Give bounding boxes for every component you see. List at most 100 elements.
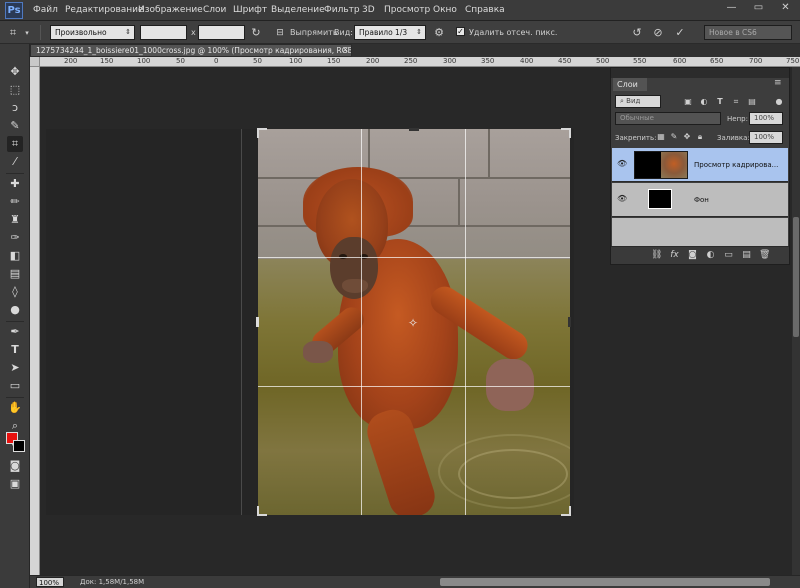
cancel-icon[interactable]: ⊘ — [651, 26, 665, 40]
ruler-tick: 0 — [214, 57, 219, 65]
new-group-icon[interactable]: ▭ — [723, 250, 734, 261]
preset-chevron-icon[interactable]: ▾ — [20, 26, 34, 40]
history-brush-tool-icon[interactable]: ✑ — [7, 230, 23, 246]
vertical-scrollbar[interactable] — [792, 67, 800, 575]
crop-center-icon[interactable]: ✧ — [408, 316, 418, 330]
quick-select-tool-icon[interactable]: ✎ — [7, 118, 23, 134]
close-window-icon[interactable]: ✕ — [772, 1, 799, 17]
layer-style-icon[interactable]: fx — [669, 250, 680, 261]
reset-icon[interactable]: ↺ — [630, 26, 644, 40]
ratio-dropdown[interactable]: Произвольно ⇕ — [50, 25, 135, 40]
document-tab[interactable]: 1275734244_1_boissiere01_1000cross.jpg @… — [30, 44, 352, 57]
clone-stamp-tool-icon[interactable]: ♜ — [7, 212, 23, 228]
link-layers-icon[interactable]: ⛓ — [651, 250, 662, 261]
horizontal-scrollbar[interactable] — [440, 578, 770, 586]
delete-cropped-checkbox[interactable]: ✓ — [456, 27, 465, 36]
width-field[interactable] — [140, 25, 187, 40]
panel-menu-icon[interactable]: ≡ — [774, 78, 782, 88]
quick-mask-icon[interactable]: ◙ — [7, 458, 23, 474]
crop-handle-top-right[interactable] — [561, 128, 571, 138]
dropdown-arrow-icon: ⇕ — [416, 28, 422, 36]
document-size-info[interactable]: Док: 1,58М/1,58М — [80, 578, 144, 586]
canvas-edge-guide — [241, 129, 242, 515]
blur-tool-icon[interactable]: ◊ — [7, 284, 23, 300]
pen-tool-icon[interactable]: ✒ — [7, 324, 23, 340]
gear-icon[interactable]: ⚙ — [432, 26, 446, 40]
zoom-field[interactable]: 100% — [36, 577, 64, 587]
filter-adjustment-icon[interactable]: ◐ — [699, 97, 709, 107]
straighten-label[interactable]: Выпрямить — [290, 28, 338, 37]
filter-type-icon[interactable]: T — [715, 97, 725, 107]
hand-tool-icon[interactable]: ✋ — [7, 400, 23, 416]
filter-shape-icon[interactable]: ⌗ — [731, 97, 741, 107]
menu-filter[interactable]: Фильтр — [324, 5, 360, 15]
gradient-tool-icon[interactable]: ▤ — [7, 266, 23, 282]
new-layer-icon[interactable]: ▤ — [741, 250, 752, 261]
swap-icon[interactable]: ↻ — [249, 26, 263, 40]
menu-image[interactable]: Изображение — [138, 5, 203, 15]
crop-handle-top-left[interactable] — [257, 128, 267, 138]
menu-edit[interactable]: Редактирование — [65, 5, 144, 15]
healing-brush-tool-icon[interactable]: ✚ — [7, 176, 23, 192]
layer-filter-dropdown[interactable]: ⌕ Вид — [615, 95, 661, 108]
crop-handle-right[interactable] — [568, 317, 571, 327]
tab-layers[interactable]: Слои — [613, 78, 647, 91]
menu-bar: Ps Файл Редактирование Изображение Слои … — [0, 0, 800, 21]
menu-window[interactable]: Окно — [433, 5, 457, 15]
ruler-corner[interactable] — [30, 57, 40, 67]
layers-panel-footer: ⛓ fx ◙ ◐ ▭ ▤ 🗑︎ — [611, 246, 789, 264]
lock-position-icon[interactable]: ✥ — [682, 132, 692, 142]
marquee-tool-icon[interactable]: ⬚ — [7, 82, 23, 98]
filter-smart-icon[interactable]: ▤ — [747, 97, 757, 107]
lasso-tool-icon[interactable]: ↄ — [7, 100, 23, 116]
type-tool-icon[interactable]: T — [7, 342, 23, 358]
crop-handle-bottom-left[interactable] — [257, 506, 267, 516]
crop-tool-icon[interactable]: ⌗ — [7, 136, 23, 152]
eraser-tool-icon[interactable]: ◧ — [7, 248, 23, 264]
blend-mode-dropdown[interactable]: Обычные — [615, 112, 721, 125]
filter-toggle-icon[interactable]: ● — [774, 97, 784, 107]
menu-file[interactable]: Файл — [33, 5, 58, 15]
close-tab-icon[interactable]: × — [342, 44, 351, 56]
menu-select[interactable]: Выделение — [271, 5, 325, 15]
crop-handle-left[interactable] — [256, 317, 259, 327]
add-mask-icon[interactable]: ◙ — [687, 250, 698, 261]
visibility-eye-icon[interactable]: 👁︎ — [617, 159, 629, 169]
move-tool-icon[interactable]: ✥ — [7, 64, 23, 80]
maximize-icon[interactable]: ▭ — [745, 1, 772, 17]
brush-tool-icon[interactable]: ✏ — [7, 194, 23, 210]
layer-row-crop-preview[interactable]: 👁︎ Просмотр кадрирова... — [612, 148, 788, 182]
layer-name: Просмотр кадрирова... — [694, 161, 779, 169]
opacity-field[interactable]: 100% — [749, 112, 783, 125]
adjustment-layer-icon[interactable]: ◐ — [705, 250, 716, 261]
menu-3d[interactable]: 3D — [362, 5, 375, 15]
fill-field[interactable]: 100% — [749, 131, 783, 144]
workspace-dropdown[interactable]: Новое в CS6 — [704, 25, 792, 40]
ruler-tick: 400 — [520, 57, 534, 65]
crop-handle-bottom-right[interactable] — [561, 506, 571, 516]
menu-type[interactable]: Шрифт — [233, 5, 267, 15]
visibility-eye-icon[interactable]: 👁︎ — [617, 194, 629, 204]
lock-transparent-icon[interactable]: ▦ — [656, 132, 666, 142]
height-field[interactable] — [198, 25, 245, 40]
lock-pixels-icon[interactable]: ✎ — [669, 132, 679, 142]
background-color-swatch[interactable] — [13, 440, 25, 452]
crop-handle-top[interactable] — [409, 128, 419, 131]
menu-help[interactable]: Справка — [465, 5, 505, 15]
view-dropdown[interactable]: Правило 1/3 ⇕ — [354, 25, 426, 40]
crop-tool-preset-icon[interactable]: ⌗ — [6, 26, 20, 40]
straighten-icon[interactable]: ⊟ — [273, 26, 287, 40]
screen-mode-icon[interactable]: ▣ — [7, 476, 23, 492]
dodge-tool-icon[interactable]: ● — [7, 302, 23, 318]
path-select-tool-icon[interactable]: ➤ — [7, 360, 23, 376]
lock-all-icon[interactable]: 🔒︎ — [695, 132, 705, 142]
shape-tool-icon[interactable]: ▭ — [7, 378, 23, 394]
menu-layers[interactable]: Слои — [203, 5, 226, 15]
layer-row-background[interactable]: 👁︎ Фон — [612, 183, 788, 217]
delete-layer-icon[interactable]: 🗑︎ — [759, 250, 770, 261]
filter-pixel-icon[interactable]: ▣ — [683, 97, 693, 107]
eyedropper-tool-icon[interactable]: ⁄ — [7, 154, 23, 170]
minimize-icon[interactable]: — — [718, 1, 745, 17]
menu-view[interactable]: Просмотр — [384, 5, 430, 15]
commit-icon[interactable]: ✓ — [673, 26, 687, 40]
